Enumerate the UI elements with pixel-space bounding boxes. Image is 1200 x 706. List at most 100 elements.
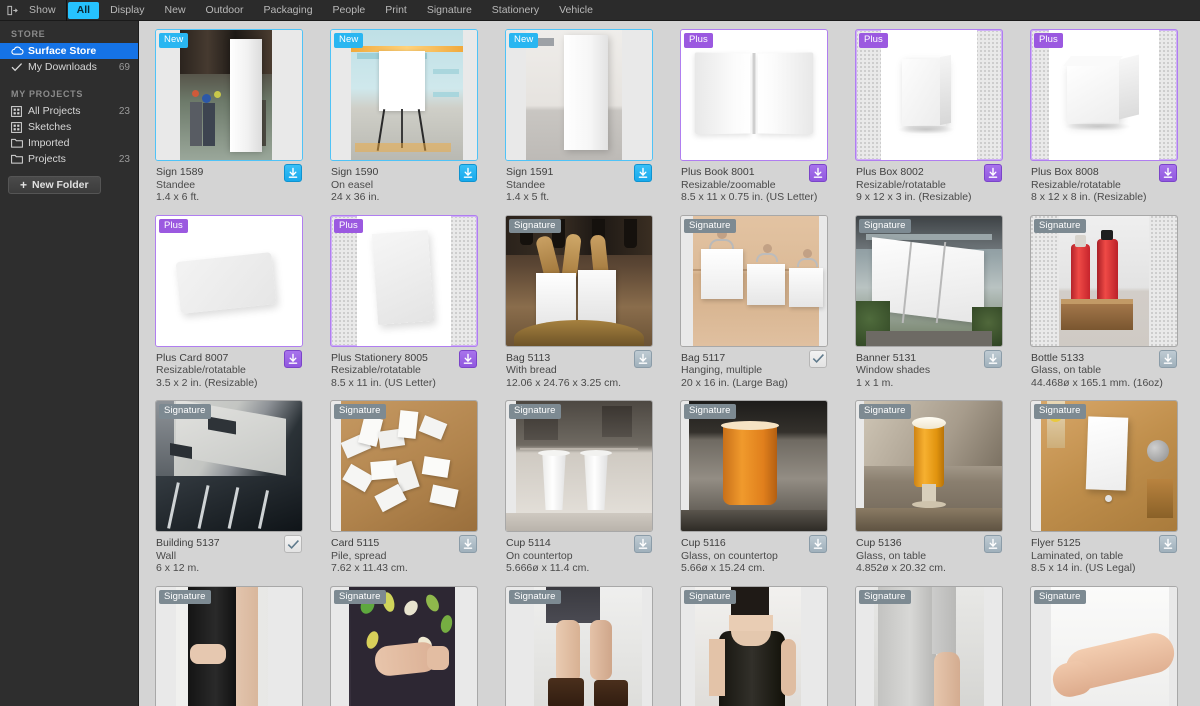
asset-card[interactable]: Signature xyxy=(1030,585,1178,706)
downloaded-indicator[interactable] xyxy=(284,535,302,553)
asset-card[interactable]: Signature Bag 5113 With bread 12.06 x 24.76… xyxy=(505,214,653,390)
asset-card[interactable]: Signature Banner 5131 Window shades 1 x 1 m… xyxy=(855,214,1003,390)
tab-new[interactable]: New xyxy=(156,2,195,19)
asset-thumbnail[interactable]: Signature xyxy=(680,585,828,706)
download-button[interactable] xyxy=(459,535,477,553)
tab-stationery[interactable]: Stationery xyxy=(483,2,548,19)
tab-vehicle[interactable]: Vehicle xyxy=(550,2,602,19)
asset-thumbnail[interactable]: Plus xyxy=(855,29,1003,161)
sidebar-item-imported[interactable]: Imported xyxy=(0,135,138,151)
download-button[interactable] xyxy=(634,164,652,182)
asset-card[interactable]: Signature Card 5115 Pile, spread 7.62 x 11.… xyxy=(330,400,478,575)
asset-card[interactable]: Signature Cup 5114 On countertop 5.666ø x 1… xyxy=(505,400,653,575)
asset-card[interactable]: Plus Plus Box 8008 Resizable/rotatable 8 x … xyxy=(1030,29,1178,204)
asset-thumbnail[interactable]: Signature xyxy=(505,214,653,347)
download-button[interactable] xyxy=(1159,164,1177,182)
asset-thumbnail[interactable]: Signature xyxy=(1030,400,1178,532)
asset-dimensions: 24 x 36 in. xyxy=(331,191,380,203)
asset-card[interactable]: Signature xyxy=(330,585,478,706)
sidebar-item-surface-store[interactable]: Surface Store xyxy=(0,43,138,59)
downloaded-indicator[interactable] xyxy=(809,349,827,368)
asset-thumbnail[interactable]: Signature xyxy=(855,214,1003,347)
asset-card[interactable]: Signature xyxy=(505,585,653,706)
asset-title: Sign 1591 xyxy=(506,166,554,178)
asset-card[interactable]: Signature Building 5137 Wall 6 x 12 m. xyxy=(155,400,303,575)
sidebar-item-projects[interactable]: Projects 23 xyxy=(0,151,138,167)
tab-print[interactable]: Print xyxy=(376,2,416,19)
asset-badge: Signature xyxy=(859,404,911,419)
asset-card[interactable]: Signature xyxy=(155,585,303,706)
asset-thumbnail[interactable]: Signature xyxy=(155,585,303,706)
asset-card[interactable]: Plus Plus Stationery 8005 Resizable/rotata… xyxy=(330,214,478,390)
asset-card[interactable]: New Sign 1591 Standee 1.4 x 5 ft. xyxy=(505,29,653,204)
asset-thumbnail[interactable]: Signature xyxy=(680,214,828,347)
download-button[interactable] xyxy=(809,164,827,182)
asset-dimensions: 8.5 x 11 x 0.75 in. (US Letter) xyxy=(681,191,818,203)
asset-title: Plus Box 8002 xyxy=(856,166,924,178)
asset-thumbnail[interactable]: New xyxy=(505,29,653,161)
tab-signature[interactable]: Signature xyxy=(418,2,481,19)
asset-subtitle: Laminated, on table xyxy=(1031,549,1124,562)
asset-thumbnail[interactable]: Signature xyxy=(330,400,478,532)
asset-thumbnail[interactable]: Signature xyxy=(505,400,653,532)
asset-card[interactable]: Signature Cup 5136 Glass, on table 4.852ø x… xyxy=(855,400,1003,575)
asset-dimensions: 1 x 1 m. xyxy=(856,376,894,389)
asset-thumbnail[interactable]: Signature xyxy=(1030,585,1178,706)
show-panel-button[interactable]: Show xyxy=(0,0,67,21)
download-button[interactable] xyxy=(459,349,477,368)
asset-thumbnail[interactable]: Signature xyxy=(505,585,653,706)
asset-card[interactable]: Plus Plus Box 8002 Resizable/rotatable 9 x … xyxy=(855,29,1003,204)
download-button[interactable] xyxy=(284,349,302,368)
asset-dimensions: 8.5 x 11 in. (US Letter) xyxy=(331,376,436,389)
sidebar: STORE Surface Store My Downloads 69 MY PROJE… xyxy=(0,21,139,706)
new-folder-button[interactable]: + New Folder xyxy=(8,176,101,194)
asset-thumbnail[interactable]: New xyxy=(155,29,303,161)
asset-thumbnail[interactable]: Plus xyxy=(1030,29,1178,161)
asset-dimensions: 20 x 16 in. (Large Bag) xyxy=(681,376,788,389)
asset-meta: Building 5137 Wall 6 x 12 m. xyxy=(155,532,303,575)
asset-grid-panel[interactable]: New Sign 1589 Standee 1.4 x 6 ft. New Sign 15… xyxy=(139,21,1200,706)
asset-badge: Signature xyxy=(859,589,911,604)
asset-card[interactable]: Plus Plus Book 8001 Resizable/zoomable 8.5 … xyxy=(680,29,828,204)
asset-card[interactable]: Signature Bottle 5133 Glass, on table 44.46… xyxy=(1030,214,1178,390)
download-button[interactable] xyxy=(1159,349,1177,368)
asset-card[interactable]: Signature Bag 5117 Hanging, multiple 20 x 1… xyxy=(680,214,828,390)
asset-card[interactable]: New Sign 1589 Standee 1.4 x 6 ft. xyxy=(155,29,303,204)
download-button[interactable] xyxy=(809,535,827,553)
sidebar-item-all-projects[interactable]: All Projects 23 xyxy=(0,103,138,119)
tab-people[interactable]: People xyxy=(324,2,375,19)
download-button[interactable] xyxy=(984,349,1002,368)
asset-thumbnail[interactable]: Plus xyxy=(155,214,303,347)
download-button[interactable] xyxy=(984,164,1002,182)
asset-thumbnail[interactable]: Signature xyxy=(155,400,303,532)
asset-card[interactable]: New Sign 1590 On easel 24 x 36 in. xyxy=(330,29,478,204)
asset-thumbnail[interactable]: Signature xyxy=(855,400,1003,532)
asset-card[interactable]: Signature Cup 5116 Glass, on countertop 5.6… xyxy=(680,400,828,575)
download-button[interactable] xyxy=(459,164,477,182)
download-button[interactable] xyxy=(284,164,302,182)
asset-thumbnail[interactable]: New xyxy=(330,29,478,161)
sidebar-item-label: My Downloads xyxy=(28,61,97,73)
asset-thumbnail[interactable]: Plus xyxy=(330,214,478,347)
asset-card[interactable]: Signature Flyer 5125 Laminated, on table 8.… xyxy=(1030,400,1178,575)
download-button[interactable] xyxy=(634,349,652,368)
tab-display[interactable]: Display xyxy=(101,2,153,19)
sidebar-item-sketches[interactable]: Sketches xyxy=(0,119,138,135)
asset-card[interactable]: Signature xyxy=(855,585,1003,706)
asset-thumbnail[interactable]: Signature xyxy=(330,585,478,706)
asset-subtitle: Resizable/rotatable xyxy=(331,364,421,376)
sidebar-item-my-downloads[interactable]: My Downloads 69 xyxy=(0,59,138,75)
asset-thumbnail[interactable]: Signature xyxy=(855,585,1003,706)
asset-card[interactable]: Signature xyxy=(680,585,828,706)
tab-packaging[interactable]: Packaging xyxy=(255,2,322,19)
download-button[interactable] xyxy=(1159,535,1177,553)
download-button[interactable] xyxy=(984,535,1002,553)
asset-thumbnail[interactable]: Plus xyxy=(680,29,828,161)
asset-thumbnail[interactable]: Signature xyxy=(1030,214,1178,347)
tab-all[interactable]: All xyxy=(67,1,100,19)
asset-card[interactable]: Plus Plus Card 8007 Resizable/rotatable 3.5… xyxy=(155,214,303,390)
download-button[interactable] xyxy=(634,535,652,553)
tab-outdoor[interactable]: Outdoor xyxy=(197,2,253,19)
asset-meta: Sign 1590 On easel 24 x 36 in. xyxy=(330,161,478,204)
asset-thumbnail[interactable]: Signature xyxy=(680,400,828,532)
